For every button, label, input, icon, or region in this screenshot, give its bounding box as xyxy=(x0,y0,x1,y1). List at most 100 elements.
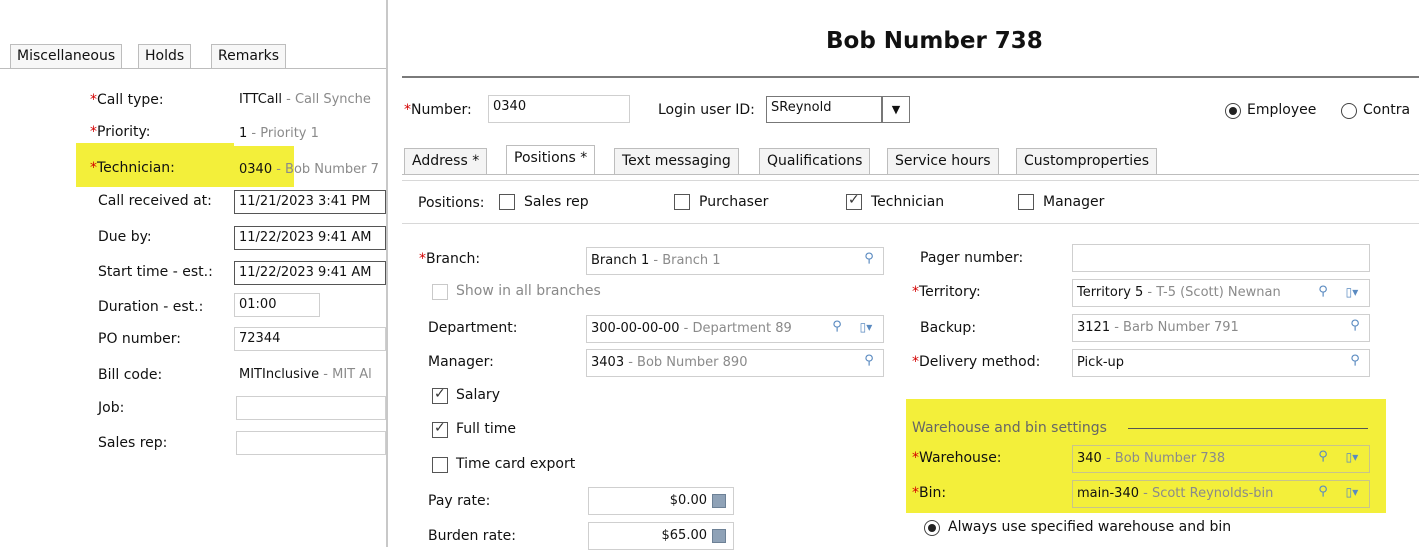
page-title: Bob Number 738 xyxy=(826,28,1043,54)
manager-label: Manager: xyxy=(428,354,494,370)
always-use-radio[interactable] xyxy=(924,520,940,536)
pager-number-field[interactable] xyxy=(1072,244,1370,272)
call-received-label: Call received at: xyxy=(98,193,212,209)
show-all-branches-label: Show in all branches xyxy=(456,283,601,299)
search-icon[interactable]: ⚲ xyxy=(860,352,878,370)
employee-label: Employee xyxy=(1247,102,1317,118)
salary-checkbox[interactable]: ✓ xyxy=(432,386,448,404)
checkmark-icon: ✓ xyxy=(848,192,860,208)
po-number-field[interactable]: 72344 xyxy=(234,327,386,351)
call-received-field[interactable]: 11/21/2023 3:41 PM xyxy=(234,190,386,214)
department-label: Department: xyxy=(428,320,518,336)
due-by-field[interactable]: 11/22/2023 9:41 AM xyxy=(234,226,386,250)
title-divider xyxy=(402,76,1419,78)
search-icon[interactable]: ⚲ xyxy=(1314,448,1332,466)
burden-rate-label: Burden rate: xyxy=(428,528,516,544)
start-time-field[interactable]: 11/22/2023 9:41 AM xyxy=(234,261,386,285)
duration-field[interactable]: 01:00 xyxy=(234,293,320,317)
manager-position-label: Manager xyxy=(1043,194,1105,210)
tab-text-messaging[interactable]: Text messaging xyxy=(614,148,739,174)
time-card-export-label: Time card export xyxy=(456,456,576,472)
tab-customproperties[interactable]: Customproperties xyxy=(1016,148,1158,174)
notes-dropdown-icon[interactable]: ▯▾ xyxy=(1336,283,1368,301)
purchaser-label: Purchaser xyxy=(699,194,769,210)
contractor-label: Contra xyxy=(1363,102,1411,118)
call-type-label: *Call type: xyxy=(90,92,164,108)
tab-service-hours[interactable]: Service hours xyxy=(887,148,999,174)
full-time-label: Full time xyxy=(456,421,517,437)
pay-rate-label: Pay rate: xyxy=(428,493,491,509)
start-time-label: Start time - est.: xyxy=(98,264,213,280)
calculator-icon[interactable] xyxy=(712,529,726,543)
salary-label: Salary xyxy=(456,387,500,403)
always-use-label: Always use specified warehouse and bin xyxy=(948,519,1232,535)
job-field[interactable] xyxy=(236,396,386,420)
full-time-checkbox[interactable]: ✓ xyxy=(432,420,448,438)
delivery-method-field[interactable]: Pick-up xyxy=(1072,349,1370,377)
po-number-label: PO number: xyxy=(98,331,182,347)
tab-remarks[interactable]: Remarks xyxy=(211,44,287,68)
bill-code-field[interactable]: MITInclusive - MIT Al xyxy=(234,363,386,387)
manager-field[interactable]: 3403 - Bob Number 890 xyxy=(586,349,884,377)
technician-field[interactable]: 0340 - Bob Number 7 xyxy=(234,158,386,182)
login-user-id-field[interactable]: SReynold xyxy=(766,96,882,123)
panel-divider xyxy=(386,0,388,547)
notes-dropdown-icon[interactable]: ▯▾ xyxy=(1336,483,1368,501)
tab-baseline xyxy=(402,174,1419,175)
checkmark-icon: ✓ xyxy=(434,386,446,402)
call-type-field[interactable]: ITTCall - Call Synche xyxy=(234,88,386,112)
left-tab-baseline xyxy=(0,68,386,69)
sales-rep-label: Sales rep: xyxy=(98,435,168,451)
pager-number-label: Pager number: xyxy=(920,250,1024,266)
checkmark-icon: ✓ xyxy=(434,420,446,436)
due-by-label: Due by: xyxy=(98,229,152,245)
technician-label: *Technician: xyxy=(90,160,175,176)
show-all-branches-checkbox[interactable] xyxy=(432,284,448,300)
search-icon[interactable]: ⚲ xyxy=(1346,317,1364,335)
notes-dropdown-icon[interactable]: ▯▾ xyxy=(850,318,882,336)
delivery-method-label: *Delivery method: xyxy=(912,354,1041,370)
notes-dropdown-icon[interactable]: ▯▾ xyxy=(1336,448,1368,466)
search-icon[interactable]: ⚲ xyxy=(828,318,846,336)
branch-field[interactable]: Branch 1 - Branch 1 xyxy=(586,247,884,275)
tab-miscellaneous[interactable]: Miscellaneous xyxy=(10,44,123,68)
search-icon[interactable]: ⚲ xyxy=(860,250,878,268)
branch-label: *Branch: xyxy=(419,251,481,267)
job-label: Job: xyxy=(98,400,125,416)
contractor-radio[interactable] xyxy=(1341,103,1357,119)
calculator-icon[interactable] xyxy=(712,494,726,508)
number-field[interactable]: 0340 xyxy=(488,95,630,123)
employee-radio[interactable] xyxy=(1225,103,1241,119)
tab-qualifications[interactable]: Qualifications xyxy=(759,148,871,174)
number-label: *Number: xyxy=(404,102,472,118)
login-dropdown-button[interactable]: ▼ xyxy=(882,96,910,123)
positions-label: Positions: xyxy=(418,195,485,211)
search-icon[interactable]: ⚲ xyxy=(1314,283,1332,301)
manager-checkbox[interactable] xyxy=(1018,194,1034,210)
time-card-export-checkbox[interactable] xyxy=(432,457,448,473)
section-divider xyxy=(1128,428,1368,429)
bill-code-label: Bill code: xyxy=(98,367,163,383)
sales-rep-checkbox[interactable] xyxy=(499,194,515,210)
backup-field[interactable]: 3121 - Barb Number 791 xyxy=(1072,314,1370,342)
priority-field[interactable]: 1 - Priority 1 xyxy=(234,122,386,146)
backup-label: Backup: xyxy=(920,320,977,336)
warehouse-label: *Warehouse: xyxy=(912,450,1002,466)
purchaser-checkbox[interactable] xyxy=(674,194,690,210)
tab-holds[interactable]: Holds xyxy=(138,44,192,68)
tab-positions[interactable]: Positions * xyxy=(506,145,596,174)
bin-label: *Bin: xyxy=(912,485,947,501)
warehouse-section-label: Warehouse and bin settings xyxy=(912,420,1107,436)
priority-label: *Priority: xyxy=(90,124,151,140)
sales-rep-field[interactable] xyxy=(236,431,386,455)
tab-address[interactable]: Address * xyxy=(404,148,488,174)
search-icon[interactable]: ⚲ xyxy=(1314,483,1332,501)
territory-label: *Territory: xyxy=(912,284,981,300)
chevron-down-icon: ▼ xyxy=(891,103,901,116)
search-icon[interactable]: ⚲ xyxy=(1346,352,1364,370)
login-user-id-label: Login user ID: xyxy=(658,102,755,118)
duration-label: Duration - est.: xyxy=(98,299,204,315)
sales-rep-position-label: Sales rep xyxy=(524,194,589,210)
technician-position-label: Technician xyxy=(871,194,945,210)
technician-checkbox[interactable]: ✓ xyxy=(846,192,862,210)
